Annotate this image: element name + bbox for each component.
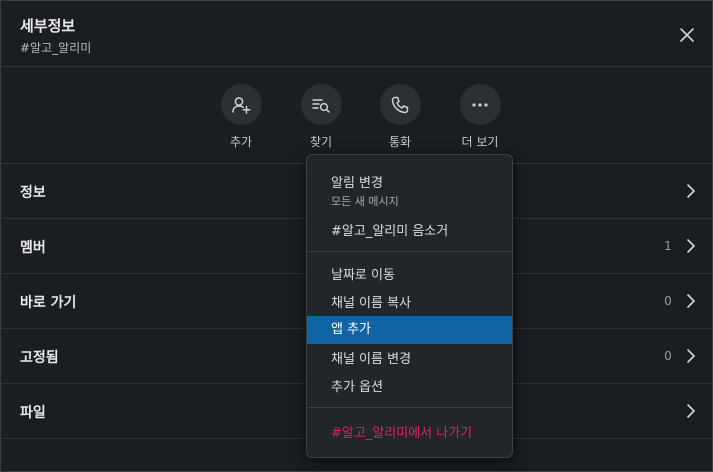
row-files-label: 파일 — [20, 405, 46, 421]
menu-item-add-app[interactable]: 앱 추가 — [307, 316, 512, 344]
menu-item-notifications[interactable]: 알림 변경 — [307, 172, 512, 191]
row-members-count: 1 — [664, 239, 672, 253]
call-circle — [379, 84, 421, 125]
chevron-right-icon — [687, 184, 695, 198]
panel-header: 세부정보 #알고_알리미 — [1, 1, 712, 67]
menu-divider — [307, 407, 512, 408]
add-button[interactable]: 추가 — [211, 84, 271, 150]
row-members-label: 멤버 — [20, 240, 46, 256]
call-button[interactable]: 통화 — [370, 84, 430, 150]
menu-item-copy-name[interactable]: 채널 이름 복사 — [307, 292, 512, 311]
menu-item-jump-date[interactable]: 날짜로 이동 — [307, 264, 512, 283]
menu-item-notifications-sub: 모든 새 메시지 — [331, 195, 399, 208]
row-pinned-label: 고정됨 — [20, 350, 59, 366]
menu-item-rename[interactable]: 채널 이름 변경 — [307, 348, 512, 367]
more-menu: 알림 변경 모든 새 메시지 #알고_알리미 음소거 날짜로 이동 채널 이름 … — [306, 154, 513, 458]
action-bar: 추가 찾기 통화 더 보기 — [1, 67, 712, 164]
find-circle — [300, 84, 342, 125]
panel-title: 세부정보 — [20, 17, 76, 35]
row-pinned-count: 0 — [664, 349, 672, 363]
add-person-icon — [232, 96, 251, 114]
more-circle — [459, 84, 501, 125]
chevron-right-icon — [687, 294, 695, 308]
channel-name: #알고_알리미 — [20, 41, 92, 55]
row-info-label: 정보 — [20, 185, 46, 201]
chevron-right-icon — [687, 349, 695, 363]
search-list-icon — [312, 98, 330, 113]
add-circle — [220, 84, 262, 125]
more-label: 더 보기 — [461, 135, 499, 149]
add-label: 추가 — [229, 135, 253, 149]
menu-item-leave[interactable]: #알고_알리미에서 나가기 — [307, 422, 512, 441]
row-shortcuts-count: 0 — [664, 294, 672, 308]
close-icon — [680, 28, 694, 42]
phone-icon — [391, 96, 409, 113]
menu-divider — [307, 251, 512, 252]
close-button[interactable] — [675, 23, 699, 47]
more-button[interactable]: 더 보기 — [450, 84, 510, 150]
menu-item-mute[interactable]: #알고_알리미 음소거 — [307, 220, 512, 239]
find-label: 찾기 — [309, 135, 333, 149]
call-label: 통화 — [388, 135, 412, 149]
chevron-right-icon — [687, 404, 695, 418]
row-shortcuts-label: 바로 가기 — [20, 295, 77, 311]
chevron-right-icon — [687, 239, 695, 253]
menu-item-more-options[interactable]: 추가 옵션 — [307, 376, 512, 395]
find-button[interactable]: 찾기 — [291, 84, 351, 150]
more-horizontal-icon — [472, 102, 488, 107]
